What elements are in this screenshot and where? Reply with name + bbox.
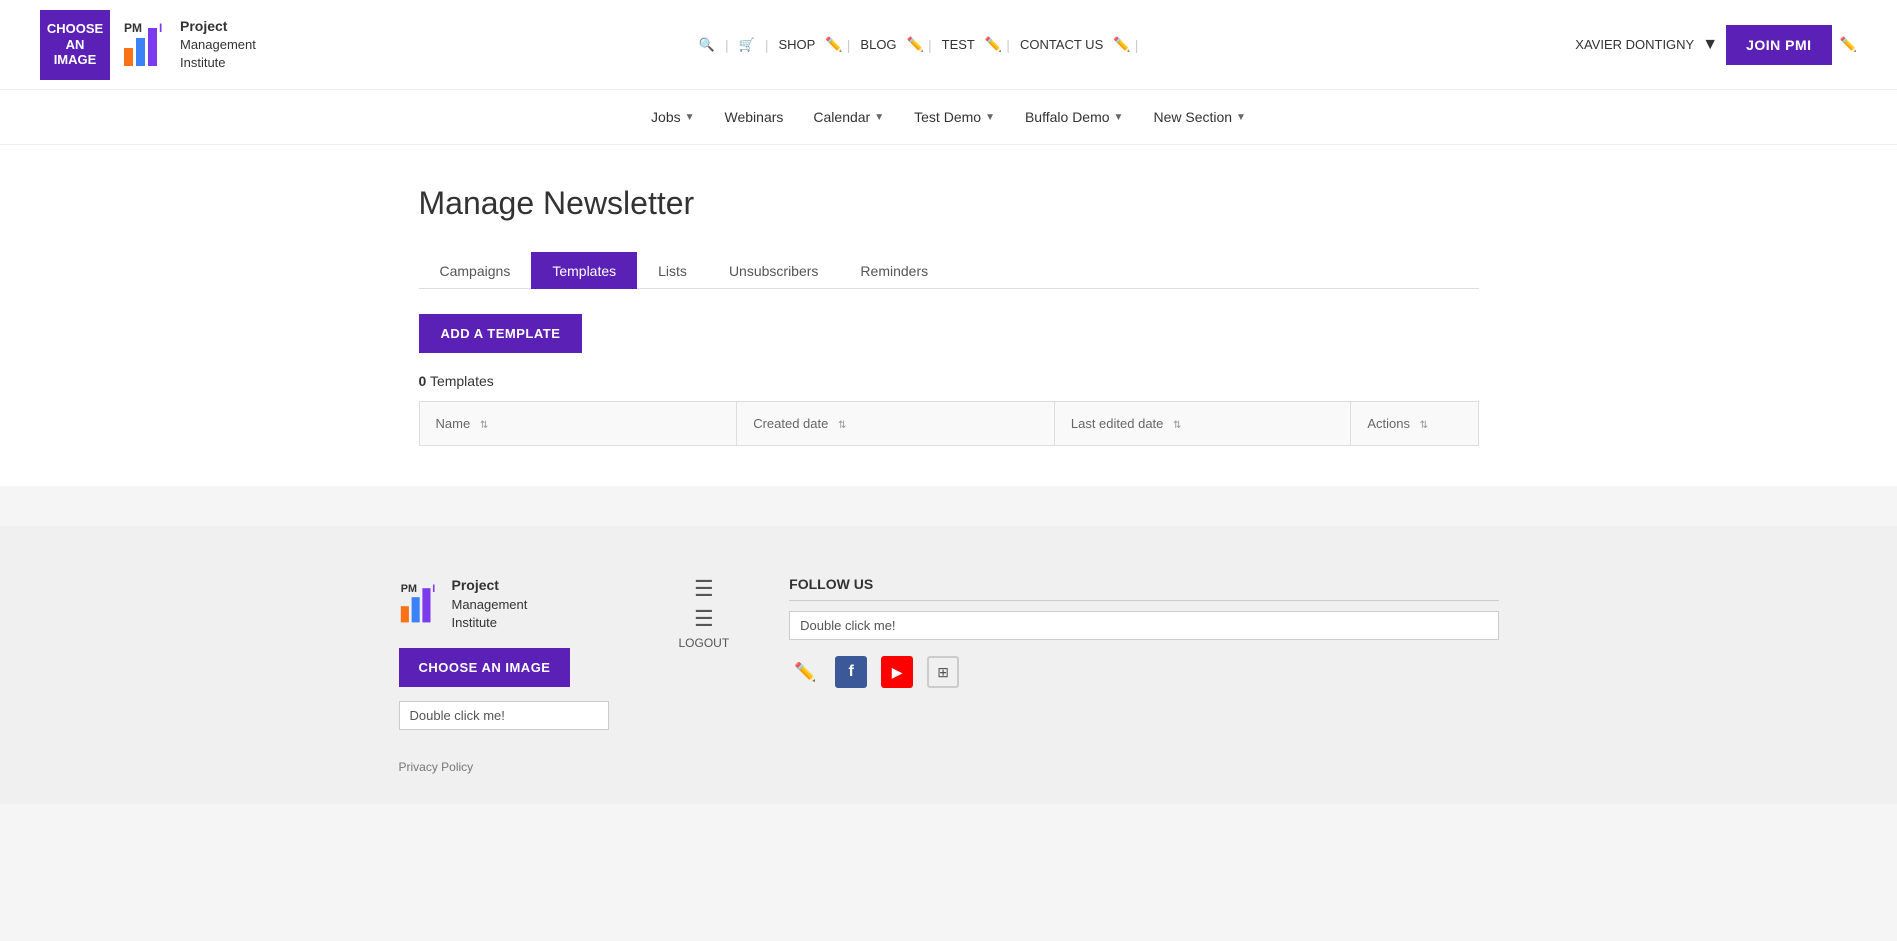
- footer-logout: ☰ ☰ LOGOUT: [679, 576, 730, 650]
- contact-us-nav-item[interactable]: CONTACT US: [1014, 33, 1109, 56]
- footer-logout-label[interactable]: LOGOUT: [679, 636, 730, 650]
- blog-nav-item[interactable]: BLOG: [854, 33, 902, 56]
- new-section-arrow: ▼: [1236, 112, 1246, 123]
- youtube-icon[interactable]: ▶: [881, 656, 913, 688]
- secondary-nav: Jobs ▼ Webinars Calendar ▼ Test Demo ▼ B…: [0, 90, 1897, 145]
- svg-text:PM: PM: [400, 583, 416, 595]
- nav-new-section[interactable]: New Section ▼: [1153, 109, 1246, 125]
- flickr-icon[interactable]: ⊞: [927, 656, 959, 688]
- header-choose-image-button[interactable]: CHOOSE AN IMAGE: [40, 10, 110, 80]
- calendar-arrow: ▼: [874, 112, 884, 123]
- top-nav: 🔍 | 🛒 | SHOP ✏️ | BLOG ✏️ | TEST ✏️ | CO…: [693, 33, 1138, 57]
- footer-menu-icon-2[interactable]: ☰: [694, 606, 714, 632]
- footer-inner: PM I Project Management Institute CHOOSE…: [399, 576, 1499, 730]
- test-nav-item[interactable]: TEST: [936, 33, 981, 56]
- nav-webinars[interactable]: Webinars: [725, 109, 784, 125]
- tab-unsubscribers[interactable]: Unsubscribers: [708, 252, 839, 289]
- footer: PM I Project Management Institute CHOOSE…: [0, 526, 1897, 804]
- contact-edit-icon[interactable]: ✏️: [1113, 36, 1130, 53]
- search-icon[interactable]: 🔍: [693, 33, 721, 57]
- tab-campaigns[interactable]: Campaigns: [419, 252, 532, 289]
- facebook-icon[interactable]: f: [835, 656, 867, 688]
- nav-test-demo[interactable]: Test Demo ▼: [914, 109, 995, 125]
- social-icons: ✏️ f ▶ ⊞: [789, 656, 1498, 688]
- count-number: 0: [419, 373, 427, 389]
- footer-logo-section: PM I Project Management Institute CHOOSE…: [399, 576, 619, 730]
- blog-edit-icon[interactable]: ✏️: [907, 36, 924, 53]
- nav-calendar[interactable]: Calendar ▼: [813, 109, 884, 125]
- test-edit-icon[interactable]: ✏️: [985, 36, 1002, 53]
- actions-sort-icon[interactable]: ⇅: [1420, 420, 1428, 431]
- user-nav: XAVIER DONTIGNY ▼ JOIN PMI ✏️: [1575, 25, 1857, 65]
- col-header-edited[interactable]: Last edited date ⇅: [1054, 402, 1351, 446]
- footer-menu-section: ☰ ☰ LOGOUT: [679, 576, 730, 650]
- svg-text:PM: PM: [124, 21, 142, 35]
- footer-bottom: Privacy Policy: [399, 760, 1499, 774]
- footer-logo: PM I Project Management Institute: [399, 576, 619, 632]
- created-sort-icon[interactable]: ⇅: [838, 420, 846, 431]
- nav-jobs[interactable]: Jobs ▼: [651, 109, 694, 125]
- footer-editable-text[interactable]: Double click me!: [399, 701, 609, 730]
- templates-table: Name ⇅ Created date ⇅ Last edited date ⇅…: [419, 401, 1479, 446]
- footer-logo-text: Project Management Institute: [452, 576, 528, 632]
- join-pmi-button[interactable]: JOIN PMI: [1726, 25, 1831, 65]
- user-name[interactable]: XAVIER DONTIGNY: [1575, 37, 1694, 52]
- edited-sort-icon[interactable]: ⇅: [1173, 420, 1181, 431]
- privacy-policy-link[interactable]: Privacy Policy: [399, 760, 474, 774]
- main-content: Manage Newsletter Campaigns Templates Li…: [399, 145, 1499, 486]
- col-header-actions[interactable]: Actions ⇅: [1351, 402, 1478, 446]
- templates-count: 0 Templates: [419, 373, 1479, 389]
- logo-area: CHOOSE AN IMAGE PM I Project Management …: [40, 10, 256, 80]
- pmi-logo: PM I Project Management Institute: [122, 17, 256, 73]
- buffalo-demo-arrow: ▼: [1114, 112, 1124, 123]
- tab-reminders[interactable]: Reminders: [839, 252, 949, 289]
- user-dropdown-arrow[interactable]: ▼: [1702, 36, 1718, 54]
- name-sort-icon[interactable]: ⇅: [480, 420, 488, 431]
- footer-choose-image-button[interactable]: CHOOSE AN IMAGE: [399, 648, 571, 687]
- col-header-name[interactable]: Name ⇅: [419, 402, 737, 446]
- jobs-arrow: ▼: [685, 112, 695, 123]
- shop-nav-item[interactable]: SHOP: [773, 33, 822, 56]
- tab-templates[interactable]: Templates: [531, 252, 637, 289]
- shop-edit-icon[interactable]: ✏️: [825, 36, 842, 53]
- col-header-created[interactable]: Created date ⇅: [737, 402, 1055, 446]
- test-demo-arrow: ▼: [985, 112, 995, 123]
- footer-pmi-logo-icon: PM I: [399, 581, 444, 626]
- add-template-button[interactable]: ADD A TEMPLATE: [419, 314, 583, 353]
- follow-us-label: FOLLOW US: [789, 576, 1498, 601]
- pmi-logo-icon: PM I: [122, 20, 172, 70]
- cart-icon[interactable]: 🛒: [733, 33, 761, 57]
- top-header: CHOOSE AN IMAGE PM I Project Management …: [0, 0, 1897, 90]
- tabs-container: Campaigns Templates Lists Unsubscribers …: [419, 252, 1479, 289]
- footer-menu-icon-1[interactable]: ☰: [694, 576, 714, 602]
- footer-follow-section: FOLLOW US Double click me! ✏️ f ▶ ⊞: [789, 576, 1498, 688]
- nav-buffalo-demo[interactable]: Buffalo Demo ▼: [1025, 109, 1123, 125]
- svg-text:I: I: [159, 21, 162, 35]
- pmi-logo-text: Project Management Institute: [180, 17, 256, 73]
- tab-lists[interactable]: Lists: [637, 252, 708, 289]
- join-pmi-edit-icon[interactable]: ✏️: [1840, 36, 1857, 53]
- svg-text:I: I: [432, 583, 435, 595]
- follow-editable-text[interactable]: Double click me!: [789, 611, 1498, 640]
- edit-social-icon[interactable]: ✏️: [789, 656, 821, 688]
- page-title: Manage Newsletter: [419, 185, 1479, 222]
